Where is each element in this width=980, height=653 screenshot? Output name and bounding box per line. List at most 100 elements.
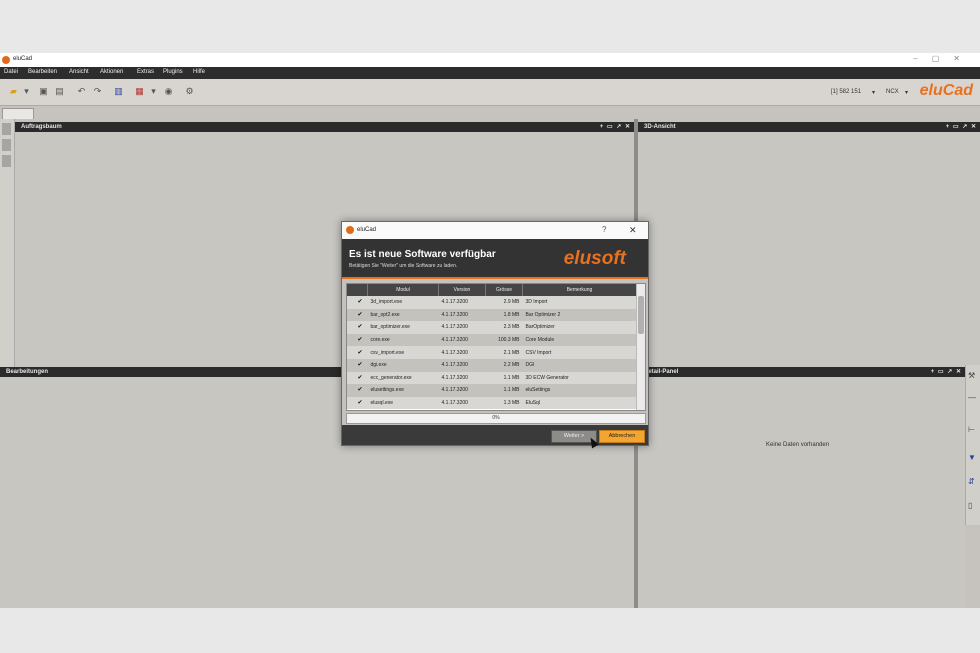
globe-icon[interactable]: ◉ <box>163 86 174 97</box>
save-icon[interactable]: ▣ <box>38 86 49 97</box>
cell-note: Core Module <box>522 333 637 347</box>
tool-icon[interactable]: ⚒ <box>968 371 975 380</box>
table-row[interactable]: ✔ ecc_generator.exe 4.1.17.3200 1.1 MB 3D EC… <box>347 371 637 385</box>
dropdown-arrow-icon[interactable]: ▾ <box>21 86 32 97</box>
menu-extras[interactable]: Extras <box>137 69 154 75</box>
table-row[interactable]: ✔ elusettings.exe 4.1.17.3200 1.1 MB eluSett… <box>347 384 637 397</box>
arrow-down-icon[interactable]: ▼ <box>968 453 976 462</box>
checkmark-icon: ✔ <box>357 324 363 331</box>
cell-modul: dgi.exe <box>367 358 439 372</box>
cell-modul: bar_optimizer.exe <box>367 321 439 334</box>
cell-size: 2.2 MB <box>485 358 523 372</box>
document-icon[interactable]: ▯ <box>968 501 972 510</box>
document-tab[interactable] <box>2 108 34 119</box>
menu-bar: Datei Bearbeiten Ansicht Aktionen Extras… <box>0 67 980 79</box>
table-row[interactable]: ✔ 3d_import.exe 4.1.17.3200 2.9 MB 3D Import <box>347 296 637 309</box>
help-button[interactable]: ? <box>602 225 606 234</box>
column-header-groesse[interactable]: Grösse <box>485 284 523 296</box>
menu-plugins[interactable]: Plugins <box>163 69 183 75</box>
panel-controls[interactable]: + ▭ ↗ ✕ <box>931 368 962 375</box>
row-checkbox[interactable]: ✔ <box>347 346 368 359</box>
barcode-icon[interactable]: ▥ <box>113 86 124 97</box>
dialog-title-bar: eluCad ? ✕ <box>342 222 648 239</box>
dialog-app-icon <box>346 226 354 234</box>
cell-modul: bar_opt2.exe <box>367 308 439 322</box>
cell-size: 100.3 MB <box>485 333 523 347</box>
cell-note: eluSettings <box>522 384 637 397</box>
unit-selector[interactable]: NCX <box>886 89 899 95</box>
scrollbar-thumb[interactable] <box>638 296 644 334</box>
tool-button-icon[interactable] <box>2 123 11 135</box>
row-checkbox[interactable]: ✔ <box>347 321 368 334</box>
table-row[interactable]: ✔ bar_optimizer.exe 4.1.17.3200 2.3 MB BarOp… <box>347 321 637 334</box>
open-folder-icon[interactable]: ▰ <box>8 86 19 97</box>
table-row[interactable]: ✔ core.exe 4.1.17.3200 100.3 MB Core Module <box>347 333 637 347</box>
dialog-body: Modul Version Grösse Bemerkung ✔ 3d_impor… <box>342 279 648 425</box>
row-checkbox[interactable]: ✔ <box>347 371 368 385</box>
column-header-bemerkung[interactable]: Bemerkung <box>522 284 637 296</box>
row-checkbox[interactable]: ✔ <box>347 358 368 372</box>
3d-ansicht-panel: 3D-Ansicht + ▭ ↗ ✕ <box>638 122 980 367</box>
context-selector[interactable]: [1] 582 151 <box>831 89 861 95</box>
cell-modul: elusql.exe <box>367 396 439 410</box>
tool-icon[interactable]: — <box>968 393 976 402</box>
menu-datei[interactable]: Datei <box>4 69 18 75</box>
tool-button-icon[interactable] <box>2 139 11 151</box>
save-all-icon[interactable]: ▤ <box>54 86 65 97</box>
filter-icon[interactable]: ⇵ <box>968 477 975 486</box>
select-column-header <box>347 284 368 296</box>
dialog-footer: Weiter > Abbrechen <box>342 425 648 445</box>
right-tool-strip: ⚒ — ⊢ ▼ ⇵ ▯ <box>965 365 980 525</box>
dialog-subheading: Betätigen Sie "Weiter" um die Software z… <box>349 263 458 269</box>
cell-version: 4.1.17.3200 <box>438 308 486 322</box>
panel-title: Bearbeitungen <box>6 369 49 375</box>
close-icon[interactable]: ✕ <box>629 225 637 236</box>
download-progress-bar: 0% <box>346 413 646 424</box>
menu-aktionen[interactable]: Aktionen <box>100 69 123 75</box>
row-checkbox[interactable]: ✔ <box>347 308 368 322</box>
row-checkbox[interactable]: ✔ <box>347 333 368 347</box>
table-row[interactable]: ✔ elusql.exe 4.1.17.3200 1.3 MB EluSql <box>347 396 637 410</box>
progress-label: 0% <box>492 415 500 421</box>
cell-note: CSV Import <box>522 346 637 359</box>
left-tool-strip <box>0 119 15 369</box>
cell-size: 1.1 MB <box>485 371 523 385</box>
unit-dropdown-arrow-icon[interactable]: ▾ <box>905 89 908 96</box>
menu-hilfe[interactable]: Hilfe <box>193 69 205 75</box>
panel-controls[interactable]: + ▭ ↗ ✕ <box>946 123 977 130</box>
row-checkbox[interactable]: ✔ <box>347 396 368 410</box>
panel-controls[interactable]: + ▭ ↗ ✕ <box>600 123 631 130</box>
cell-size: 2.3 MB <box>485 321 523 334</box>
cancel-button[interactable]: Abbrechen <box>599 430 645 443</box>
column-header-version[interactable]: Version <box>438 284 486 296</box>
cell-modul: elusettings.exe <box>367 384 439 397</box>
undo-icon[interactable]: ↶ <box>76 86 87 97</box>
row-checkbox[interactable]: ✔ <box>347 296 368 309</box>
menu-bearbeiten[interactable]: Bearbeiten <box>28 69 57 75</box>
cell-size: 2.9 MB <box>485 296 523 309</box>
table-row[interactable]: ✔ csv_import.exe 4.1.17.3200 2.1 MB CSV Impo… <box>347 346 637 359</box>
cell-version: 4.1.17.3200 <box>438 346 486 359</box>
cell-version: 4.1.17.3200 <box>438 296 486 309</box>
cell-size: 2.1 MB <box>485 346 523 359</box>
table-row[interactable]: ✔ bar_opt2.exe 4.1.17.3200 1.8 MB Bar Optimi… <box>347 308 637 322</box>
context-dropdown-arrow-icon[interactable]: ▾ <box>872 89 875 96</box>
window-controls[interactable]: –▢✕ <box>913 54 974 63</box>
dialog-header: Es ist neue Software verfügbar Betätigen… <box>342 239 648 279</box>
dropdown-arrow-icon[interactable]: ▾ <box>148 86 159 97</box>
column-header-modul[interactable]: Modul <box>367 284 439 296</box>
panel-title: Detail-Panel <box>644 369 679 375</box>
transfer-icon[interactable]: ▦ <box>134 86 145 97</box>
menu-ansicht[interactable]: Ansicht <box>69 69 89 75</box>
app-logo-icon <box>2 56 10 64</box>
row-checkbox[interactable]: ✔ <box>347 384 368 397</box>
checkmark-icon: ✔ <box>357 311 363 318</box>
settings-icon[interactable]: ⚙ <box>184 86 195 97</box>
table-row[interactable]: ✔ dgi.exe 4.1.17.3200 2.2 MB DGI <box>347 358 637 372</box>
tool-button-icon[interactable] <box>2 155 11 167</box>
cell-size: 1.3 MB <box>485 396 523 410</box>
cell-note: Bar Optimizer 2 <box>522 308 637 322</box>
redo-icon[interactable]: ↷ <box>92 86 103 97</box>
tool-icon[interactable]: ⊢ <box>968 425 975 434</box>
vertical-scrollbar[interactable] <box>636 284 645 410</box>
